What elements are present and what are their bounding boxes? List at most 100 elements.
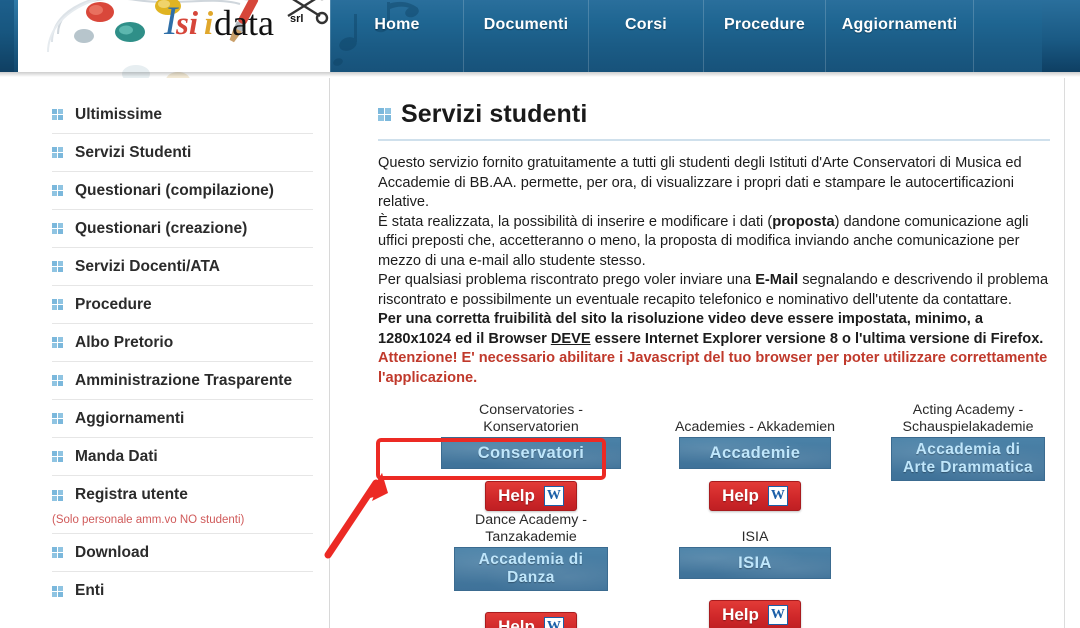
sidebar-item-amministrazione-trasparente[interactable]: Amministrazione Trasparente — [52, 362, 313, 400]
javascript-warning: Attenzione! E' necessario abilitare i Ja… — [378, 350, 1048, 386]
conservatori-help-button[interactable]: Help W — [485, 481, 577, 511]
page-root: I si i data srl Home Documenti Corsi Pro… — [0, 0, 1080, 628]
sidebar-item-label: Albo Pretorio — [75, 333, 174, 351]
sidebar-item-aggiornamenti[interactable]: Aggiornamenti — [52, 400, 313, 438]
help-label: Help — [498, 486, 535, 505]
paragraph-2: È stata realizzata, la possibilità di in… — [378, 213, 1050, 272]
title-divider — [378, 139, 1050, 141]
page-title-text: Servizi studenti — [401, 100, 588, 128]
sidebar-item-albo-pretorio[interactable]: Albo Pretorio — [52, 324, 313, 362]
sidebar-item-questionari-compilazione[interactable]: Questionari (compilazione) — [52, 172, 313, 210]
accademie-help-button[interactable]: Help W — [709, 481, 801, 511]
section-conservatori: Conservatories - Konservatorien Conserva… — [416, 402, 646, 511]
word-doc-icon: W — [767, 486, 788, 506]
isia-help-button[interactable]: Help W — [709, 600, 801, 628]
nav-item-corsi[interactable]: Corsi — [589, 0, 704, 72]
svg-text:i: i — [204, 6, 214, 42]
sidebar-item-label: Ultimissime — [75, 105, 163, 123]
header-shadow — [0, 72, 1080, 77]
sidebar-item-label: Questionari (creazione) — [75, 219, 248, 237]
nav-item-home[interactable]: Home — [330, 0, 464, 72]
nav-label: Home — [374, 16, 420, 33]
header-left-strip — [0, 0, 18, 72]
main-navigation: Home Documenti Corsi Procedure Aggiornam… — [330, 0, 1042, 72]
section-caption: Conservatories - Konservatorien — [478, 402, 584, 435]
accademie-button[interactable]: Accademie — [679, 437, 831, 469]
section-caption: ISIA — [741, 529, 769, 545]
help-label: Help — [722, 605, 759, 624]
grid-dots-icon — [378, 108, 391, 121]
section-isia: ISIA ISIA Help W — [640, 529, 870, 628]
sidebar-registra-note: (Solo personale amm.vo NO studenti) — [52, 514, 313, 534]
svg-text:data: data — [214, 3, 274, 43]
grid-dots-icon — [52, 375, 63, 386]
grid-dots-icon — [52, 223, 63, 234]
help-label: Help — [722, 486, 759, 505]
nav-label: Procedure — [724, 16, 805, 33]
paragraph-2-part-a: È stata realizzata, la possibilità di in… — [378, 213, 773, 230]
sidebar-item-registra-utente[interactable]: Registra utente — [52, 476, 313, 514]
nav-item-aggiornamenti[interactable]: Aggiornamenti — [826, 0, 974, 72]
sidebar: Ultimissime Servizi Studenti Questionari… — [18, 78, 330, 628]
accademia-danza-button[interactable]: Accademia di Danza — [454, 547, 608, 591]
grid-dots-icon — [52, 261, 63, 272]
section-accademia-danza: Dance Academy - Tanzakademie Accademia d… — [416, 512, 646, 628]
sidebar-item-download[interactable]: Download — [52, 534, 313, 572]
word-doc-icon: W — [767, 605, 788, 625]
section-accademie: Academies - Akkademien Accademie Help W — [640, 419, 870, 511]
nav-label: Documenti — [483, 16, 569, 33]
grid-dots-icon — [52, 413, 63, 424]
nav-item-documenti[interactable]: Documenti — [464, 0, 589, 72]
section-arte-drammatica: Acting Academy - Schauspielakademie Acca… — [868, 402, 1064, 481]
isia-button[interactable]: ISIA — [679, 547, 831, 579]
sidebar-item-ultimissime[interactable]: Ultimissime — [52, 96, 313, 134]
sidebar-item-servizi-docenti-ata[interactable]: Servizi Docenti/ATA — [52, 248, 313, 286]
section-caption: Acting Academy - Schauspielakademie — [902, 402, 1034, 435]
sidebar-item-procedure[interactable]: Procedure — [52, 286, 313, 324]
intro-text: Questo servizio fornito gratuitamente a … — [378, 154, 1050, 388]
grid-dots-icon — [52, 147, 63, 158]
grid-dots-icon — [52, 299, 63, 310]
paragraph-4-part-b: essere Internet Explorer versione 8 o l'… — [590, 330, 1044, 347]
help-label: Help — [498, 617, 535, 628]
paragraph-2-emphasis: proposta — [772, 213, 835, 230]
grid-dots-icon — [52, 185, 63, 196]
site-logo[interactable]: I si i data srl — [18, 0, 330, 78]
svg-text:si: si — [175, 6, 199, 42]
sidebar-item-label: Manda Dati — [75, 447, 158, 465]
sidebar-item-label: Procedure — [75, 295, 152, 313]
paragraph-3-emphasis: E-Mail — [755, 272, 799, 288]
paragraph-1: Questo servizio fornito gratuitamente a … — [378, 155, 1022, 210]
conservatori-button[interactable]: Conservatori — [441, 437, 621, 469]
main-content: Servizi studenti Questo servizio fornito… — [331, 78, 1065, 628]
accademia-danza-help-button[interactable]: Help W — [485, 612, 577, 628]
paragraph-3: Per qualsiasi problema riscontrato prego… — [378, 271, 1050, 310]
nav-label: Corsi — [625, 16, 667, 33]
paragraph-4-underline: DEVE — [550, 330, 591, 347]
sidebar-item-questionari-creazione[interactable]: Questionari (creazione) — [52, 210, 313, 248]
word-doc-icon: W — [543, 617, 564, 628]
sidebar-item-enti[interactable]: Enti — [52, 572, 313, 610]
sidebar-item-label: Download — [75, 543, 150, 561]
sidebar-item-label: Registra utente — [75, 486, 188, 503]
sidebar-item-label: Enti — [75, 582, 105, 599]
grid-dots-icon — [52, 451, 63, 462]
sidebar-item-label: Servizi Studenti — [75, 143, 192, 161]
sidebar-item-manda-dati[interactable]: Manda Dati — [52, 438, 313, 476]
grid-dots-icon — [52, 585, 63, 597]
paragraph-4-requirements: Per una corretta fruibilità del sito la … — [378, 310, 1050, 349]
section-caption: Academies - Akkademien — [674, 419, 836, 435]
grid-dots-icon — [52, 489, 63, 501]
page-title: Servizi studenti — [378, 100, 1050, 129]
sidebar-item-label: Amministrazione Trasparente — [75, 371, 293, 389]
arte-drammatica-button[interactable]: Accademia di Arte Drammatica — [891, 437, 1045, 481]
sidebar-item-label: Aggiornamenti — [75, 409, 185, 427]
nav-list: Home Documenti Corsi Procedure Aggiornam… — [330, 0, 974, 72]
site-header: I si i data srl Home Documenti Corsi Pro… — [0, 0, 1080, 78]
word-doc-icon: W — [543, 486, 564, 506]
sidebar-item-label: Questionari (compilazione) — [75, 181, 274, 199]
paragraph-3-part-a: Per qualsiasi problema riscontrato prego… — [378, 272, 756, 288]
nav-item-procedure[interactable]: Procedure — [704, 0, 826, 72]
sidebar-item-servizi-studenti[interactable]: Servizi Studenti — [52, 134, 313, 172]
svg-text:srl: srl — [290, 13, 303, 25]
